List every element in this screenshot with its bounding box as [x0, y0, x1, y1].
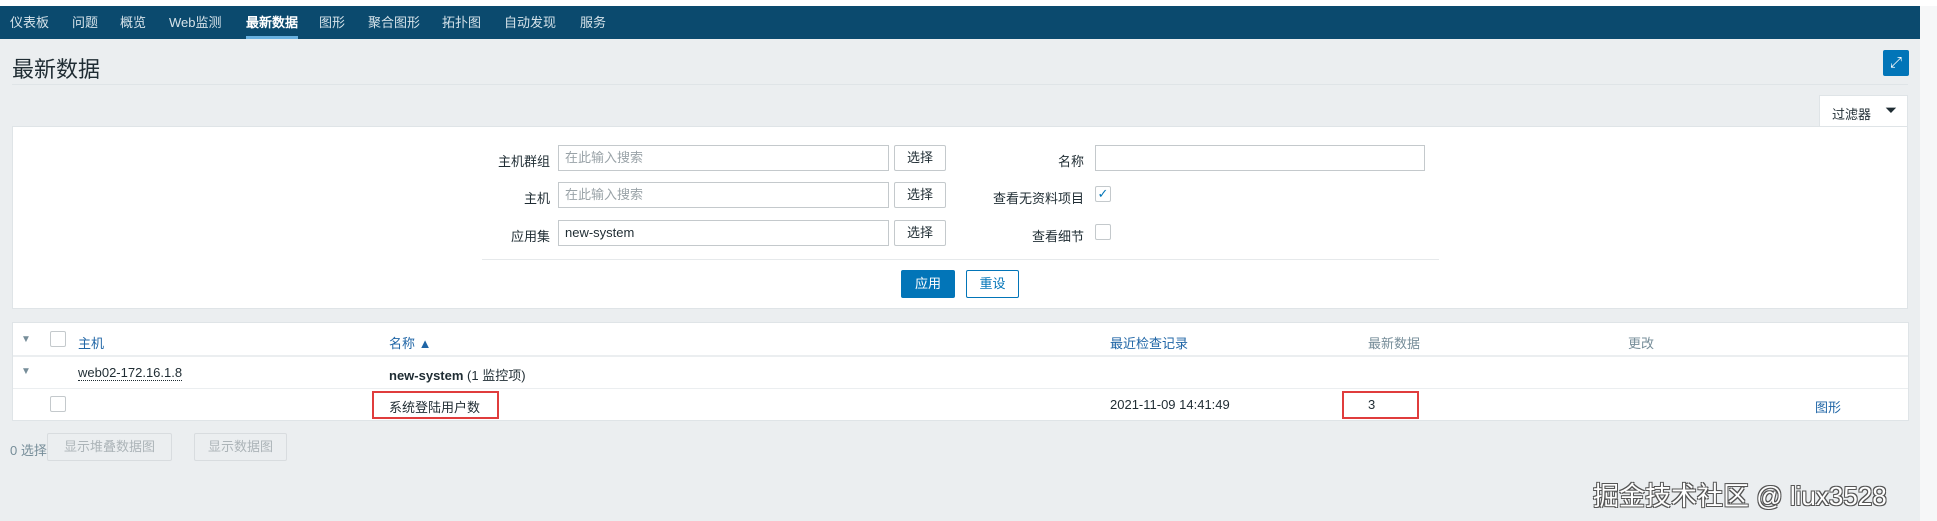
host-select-button[interactable]: 选择	[894, 182, 946, 208]
select-all-checkbox[interactable]	[50, 331, 66, 347]
stacked-graph-button[interactable]: 显示堆叠数据图	[47, 433, 172, 461]
filter-tab-label: 过滤器	[1832, 107, 1872, 122]
reset-button[interactable]: 重设	[966, 270, 1019, 298]
application-name: new-system (1 监控项)	[389, 365, 526, 384]
item-count: (1 监控项)	[467, 368, 526, 383]
host-group-input[interactable]: 在此输入搜索	[558, 145, 889, 171]
header-last-value: 最新数据	[1368, 336, 1421, 351]
show-details-checkbox[interactable]	[1095, 224, 1111, 240]
check-icon: ✓	[1097, 186, 1109, 201]
nav-web[interactable]: Web监测	[169, 6, 222, 39]
name-input[interactable]	[1095, 145, 1425, 171]
filter-panel	[12, 126, 1908, 309]
row-checkbox[interactable]	[50, 396, 66, 412]
show-no-data-label: 查看无资料项目	[992, 191, 1084, 206]
filter-tab[interactable]: 过滤器 ⏷	[1819, 95, 1908, 127]
graph-button[interactable]: 显示数据图	[194, 433, 287, 461]
nav-screens[interactable]: 聚合图形	[368, 6, 420, 39]
graph-link[interactable]: 图形	[1815, 397, 1841, 416]
watermark: 掘金技术社区 @ liux3528	[1593, 481, 1887, 511]
nav-maps[interactable]: 拓扑图	[442, 6, 481, 39]
table-header: ▼ 主机 名称 ▲ 最近检查记录 最新数据 更改	[13, 323, 1908, 357]
collapse-all-icon[interactable]: ▼	[21, 334, 31, 345]
show-details-label: 查看细节	[1031, 229, 1084, 244]
application-label: 应用集	[510, 229, 550, 244]
nav-services[interactable]: 服务	[580, 6, 606, 39]
table-row-group: ▼ web02-172.16.1.8 new-system (1 监控项)	[13, 357, 1908, 389]
host-input[interactable]: 在此输入搜索	[558, 182, 889, 208]
highlight-box-name	[372, 391, 499, 419]
highlight-box-value	[1342, 391, 1419, 419]
application-title: new-system	[389, 368, 464, 383]
nav-latest-data[interactable]: 最新数据	[246, 6, 299, 39]
application-select-button[interactable]: 选择	[894, 220, 946, 246]
host-group-label: 主机群组	[497, 154, 550, 169]
nav-overview[interactable]: 概览	[120, 6, 146, 39]
collapse-icon[interactable]: ▼	[21, 366, 31, 377]
host-label: 主机	[523, 191, 550, 206]
filter-divider	[482, 259, 1439, 260]
divider	[12, 84, 1908, 85]
nav-graphs[interactable]: 图形	[319, 6, 345, 39]
header-name[interactable]: 名称 ▲	[389, 333, 431, 352]
apply-button[interactable]: 应用	[901, 270, 955, 298]
right-strip	[1920, 6, 1937, 521]
latest-data-table: ▼ 主机 名称 ▲ 最近检查记录 最新数据 更改 ▼ web02-172.16.…	[12, 322, 1909, 421]
fullscreen-button[interactable]: ⤢	[1883, 50, 1909, 76]
item-last-check: 2021-11-09 14:41:49	[1110, 397, 1230, 412]
header-last-check[interactable]: 最近检查记录	[1110, 333, 1188, 352]
header-host[interactable]: 主机	[78, 333, 104, 352]
application-input[interactable]: new-system	[558, 220, 889, 246]
nav-problems[interactable]: 问题	[72, 6, 98, 39]
nav-dashboard[interactable]: 仪表板	[10, 6, 49, 39]
name-label: 名称	[1057, 154, 1084, 169]
host-group-select-button[interactable]: 选择	[894, 145, 946, 171]
show-no-data-checkbox[interactable]: ✓	[1095, 186, 1111, 202]
header-change: 更改	[1628, 336, 1655, 351]
table-row: 系统登陆用户数 2021-11-09 14:41:49 3 图形	[13, 389, 1908, 421]
main-nav: 仪表板 问题 概览 Web监测 最新数据 图形 聚合图形 拓扑图 自动发现 服务	[0, 6, 1920, 39]
expand-icon: ⤢	[1889, 54, 1902, 71]
selected-count: 0 选择	[10, 443, 47, 458]
filter-icon: ⏷	[1884, 102, 1897, 119]
host-link[interactable]: web02-172.16.1.8	[78, 365, 183, 381]
page-title: 最新数据	[12, 57, 101, 82]
nav-discovery[interactable]: 自动发现	[504, 6, 556, 39]
